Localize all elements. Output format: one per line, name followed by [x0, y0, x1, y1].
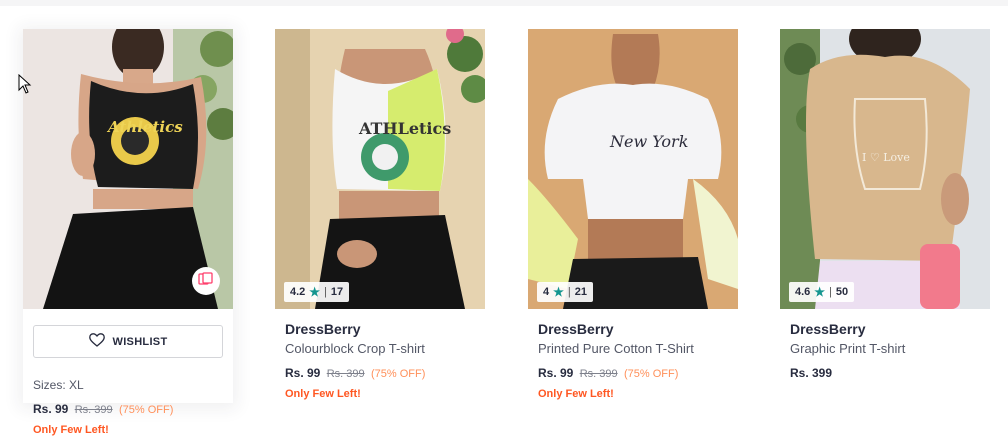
rating-badge: 4.2 ★ | 17	[284, 282, 350, 302]
mouse-cursor-icon	[18, 73, 32, 99]
product-brand: DressBerry	[538, 321, 614, 337]
product-card-1[interactable]: Athletics WISHLIST Sizes: XL Rs. 99 Rs. …	[23, 29, 233, 436]
star-icon: ★	[814, 285, 826, 299]
product-name: Colourblock Crop T-shirt	[285, 341, 425, 356]
final-price: Rs. 99	[285, 366, 321, 380]
original-price: Rs. 399	[74, 404, 113, 416]
rating-count: 21	[574, 286, 587, 298]
stock-note: Only Few Left!	[285, 388, 361, 400]
discount-percent: (75% OFF)	[118, 404, 174, 416]
wishlist-button[interactable]: WISHLIST	[33, 325, 223, 358]
final-price: Rs. 99	[538, 366, 574, 380]
shirt-print-text: New York	[609, 132, 688, 151]
rating-separator: |	[829, 286, 832, 298]
rating-value: 4.2	[290, 286, 306, 298]
original-price: Rs. 399	[579, 368, 618, 380]
rating-badge: 4 ★ | 21	[537, 282, 593, 302]
price-row: Rs. 99 Rs. 399 (75% OFF)	[285, 366, 475, 380]
heart-icon	[88, 333, 105, 350]
product-name: Graphic Print T-shirt	[790, 341, 906, 356]
discount-percent: (75% OFF)	[623, 368, 679, 380]
product-image[interactable]: Athletics	[23, 29, 233, 309]
product-brand: DressBerry	[285, 321, 361, 337]
view-similar-button[interactable]	[192, 267, 220, 295]
shirt-print-text: ATHLetics	[358, 119, 451, 138]
price-row: Rs. 399	[790, 366, 980, 380]
rating-count: 17	[330, 286, 344, 298]
similar-icon	[198, 271, 214, 291]
rating-separator: |	[567, 286, 571, 298]
product-brand: DressBerry	[790, 321, 866, 337]
discount-percent: (75% OFF)	[370, 368, 426, 380]
rating-value: 4.6	[795, 286, 811, 298]
stock-note: Only Few Left!	[538, 388, 614, 400]
wishlist-label: WISHLIST	[112, 335, 168, 348]
product-name: Printed Pure Cotton T-Shirt	[538, 341, 694, 356]
original-price: Rs. 399	[326, 368, 365, 380]
price-row: Rs. 99 Rs. 399 (75% OFF)	[538, 366, 728, 380]
rating-badge: 4.6 ★ | 50	[789, 282, 855, 302]
final-price: Rs. 99	[33, 402, 69, 416]
top-divider	[0, 0, 1008, 6]
price-row: Rs. 99 Rs. 399 (75% OFF)	[33, 402, 223, 416]
product-image[interactable]: New York 4 ★ | 21	[528, 29, 738, 309]
star-icon: ★	[553, 285, 564, 299]
rating-count: 50	[835, 286, 849, 298]
product-card-3[interactable]: New York 4 ★ | 21 DressBerry Printed Pur…	[528, 29, 738, 400]
star-icon: ★	[309, 285, 321, 299]
sizes-available: Sizes: XL	[33, 378, 84, 392]
product-image[interactable]: ATHLetics 4.2 ★ | 17	[275, 29, 485, 309]
product-card-2[interactable]: ATHLetics 4.2 ★ | 17 DressBerry Colourbl…	[275, 29, 485, 400]
stock-note: Only Few Left!	[33, 424, 109, 436]
shirt-print-text: I ♡ Love	[862, 151, 910, 164]
rating-separator: |	[324, 286, 327, 298]
product-image[interactable]: I ♡ Love 4.6 ★ | 50	[780, 29, 990, 309]
rating-value: 4	[543, 286, 550, 298]
final-price: Rs. 399	[790, 366, 833, 380]
shirt-print-text: Athletics	[106, 118, 183, 136]
product-card-4[interactable]: I ♡ Love 4.6 ★ | 50 DressBerry Graphic P…	[780, 29, 990, 380]
